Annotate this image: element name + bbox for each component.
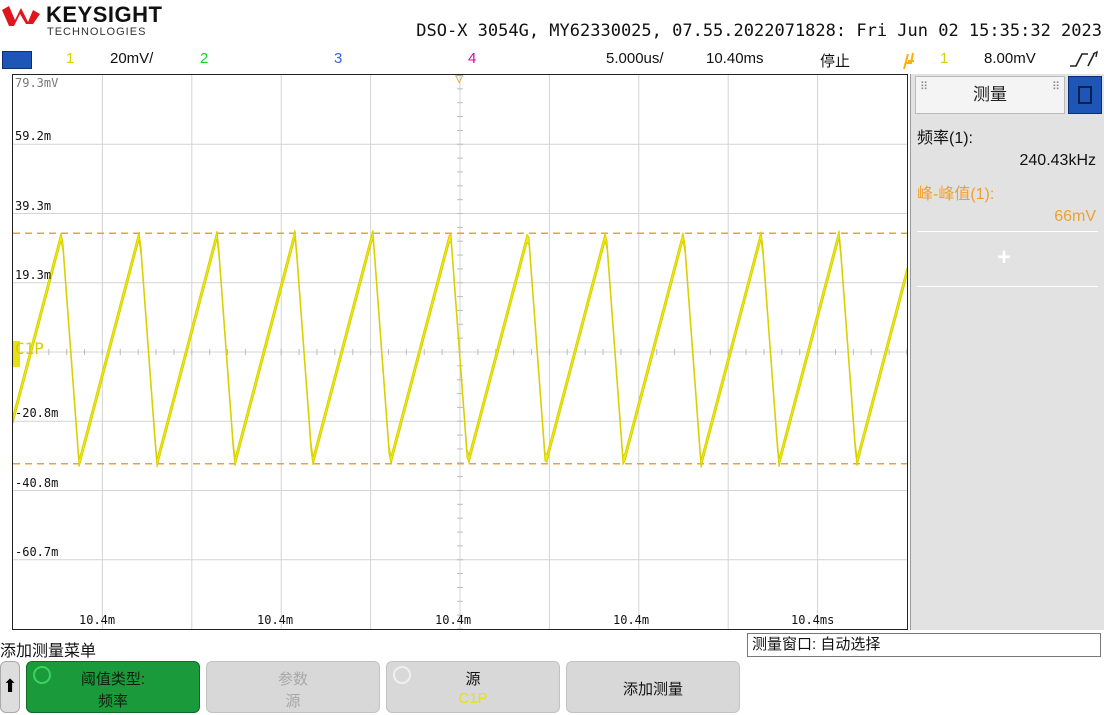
waveform-plot — [13, 75, 907, 629]
y-axis-label: -60.7m — [15, 544, 59, 559]
up-arrow-icon: ⬆ — [2, 676, 18, 696]
measure-window-selector[interactable]: 测量窗口: 自动选择 — [747, 633, 1101, 657]
y-axis-label: 39.3m — [15, 198, 52, 213]
y-axis-label: -40.8m — [15, 475, 59, 490]
keysight-logo-icon — [2, 6, 40, 26]
frequency-value: 240.43kHz — [1019, 152, 1097, 169]
divider — [917, 231, 1098, 232]
timebase-scale[interactable]: 5.000us/ — [606, 50, 664, 67]
x-axis-label: 10.4ms — [791, 613, 835, 627]
source-softkey[interactable]: 源 C1P — [386, 661, 560, 713]
channel-1-indicator[interactable] — [2, 51, 32, 69]
softkey-label: 阈值类型: — [80, 671, 146, 688]
panel-window-button[interactable] — [1068, 76, 1102, 114]
channel-3-number[interactable]: 3 — [334, 50, 342, 67]
trace-label: C1P — [15, 339, 44, 358]
channel-2-number[interactable]: 2 — [200, 50, 208, 67]
measurement-panel: ⠿ 测量 ⠿ 频率(1): 240.43kHz 峰-峰值(1): 66mV + — [910, 74, 1104, 630]
measure-tab-label: 测量 — [973, 85, 1007, 104]
softkey-label: 参数 — [277, 671, 308, 688]
peak-to-peak-value: 66mV — [1054, 208, 1096, 225]
grip-icon: ⠿ — [920, 81, 929, 93]
peak-to-peak-label: 峰-峰值(1): — [917, 186, 995, 203]
run-state[interactable]: 停止 — [820, 50, 850, 71]
trigger-edge-icon — [903, 52, 914, 70]
threshold-type-softkey[interactable]: 阈值类型: 频率 — [26, 661, 200, 713]
trigger-source[interactable]: 1 — [940, 50, 948, 67]
edge-slope-icon[interactable] — [1068, 50, 1100, 70]
trigger-position-marker[interactable]: ▽ — [455, 71, 463, 87]
y-axis-label: 79.3mV — [15, 76, 59, 90]
add-measurement-softkey[interactable]: 添加测量 — [566, 661, 740, 713]
x-axis-label: 10.4m — [613, 613, 650, 627]
back-button[interactable]: ⬆ — [0, 661, 20, 713]
brand-subtitle: TECHNOLOGIES — [47, 26, 147, 38]
y-axis-label: 19.3m — [15, 267, 52, 282]
softkey-value: C1P — [458, 690, 488, 707]
y-axis-label: -20.8m — [15, 406, 59, 421]
brand-name: KEYSIGHT — [46, 2, 163, 27]
grip-icon: ⠿ — [1051, 81, 1060, 93]
trigger-level[interactable]: 8.00mV — [984, 50, 1036, 67]
x-axis-label: 10.4m — [435, 613, 472, 627]
channel-1-scale[interactable]: 20mV/ — [110, 50, 153, 67]
channel-1-number[interactable]: 1 — [66, 50, 74, 67]
softkey-value: 源 — [285, 693, 301, 710]
waveform-display[interactable]: 79.3mV 59.2m 39.3m 19.3m -20.8m -40.8m -60.7m … — [12, 71, 908, 630]
add-measurement-icon[interactable]: + — [997, 244, 1011, 272]
instrument-info: DSO-X 3054G, MY62330025, 07.55.202207182… — [416, 21, 1102, 41]
softkey-label: 添加测量 — [622, 681, 683, 698]
frequency-label: 频率(1): — [917, 130, 974, 147]
measure-tab[interactable]: ⠿ 测量 ⠿ — [915, 76, 1065, 114]
parameter-source-softkey[interactable]: 参数 源 — [206, 661, 380, 713]
softkey-value: 频率 — [97, 693, 128, 710]
softkey-label: 源 — [465, 671, 481, 688]
y-axis-label: 59.2m — [15, 129, 52, 144]
x-axis-label: 10.4m — [79, 613, 116, 627]
channel-bar: 1 20mV/ 2 3 4 5.000us/ 10.40ms 停止 1 8.00… — [0, 47, 1106, 73]
x-axis-label: 10.4m — [257, 613, 294, 627]
menu-title: 添加测量菜单 — [0, 643, 97, 660]
timebase-delay[interactable]: 10.40ms — [706, 50, 764, 67]
channel-4-number[interactable]: 4 — [468, 50, 476, 67]
divider — [917, 286, 1098, 287]
